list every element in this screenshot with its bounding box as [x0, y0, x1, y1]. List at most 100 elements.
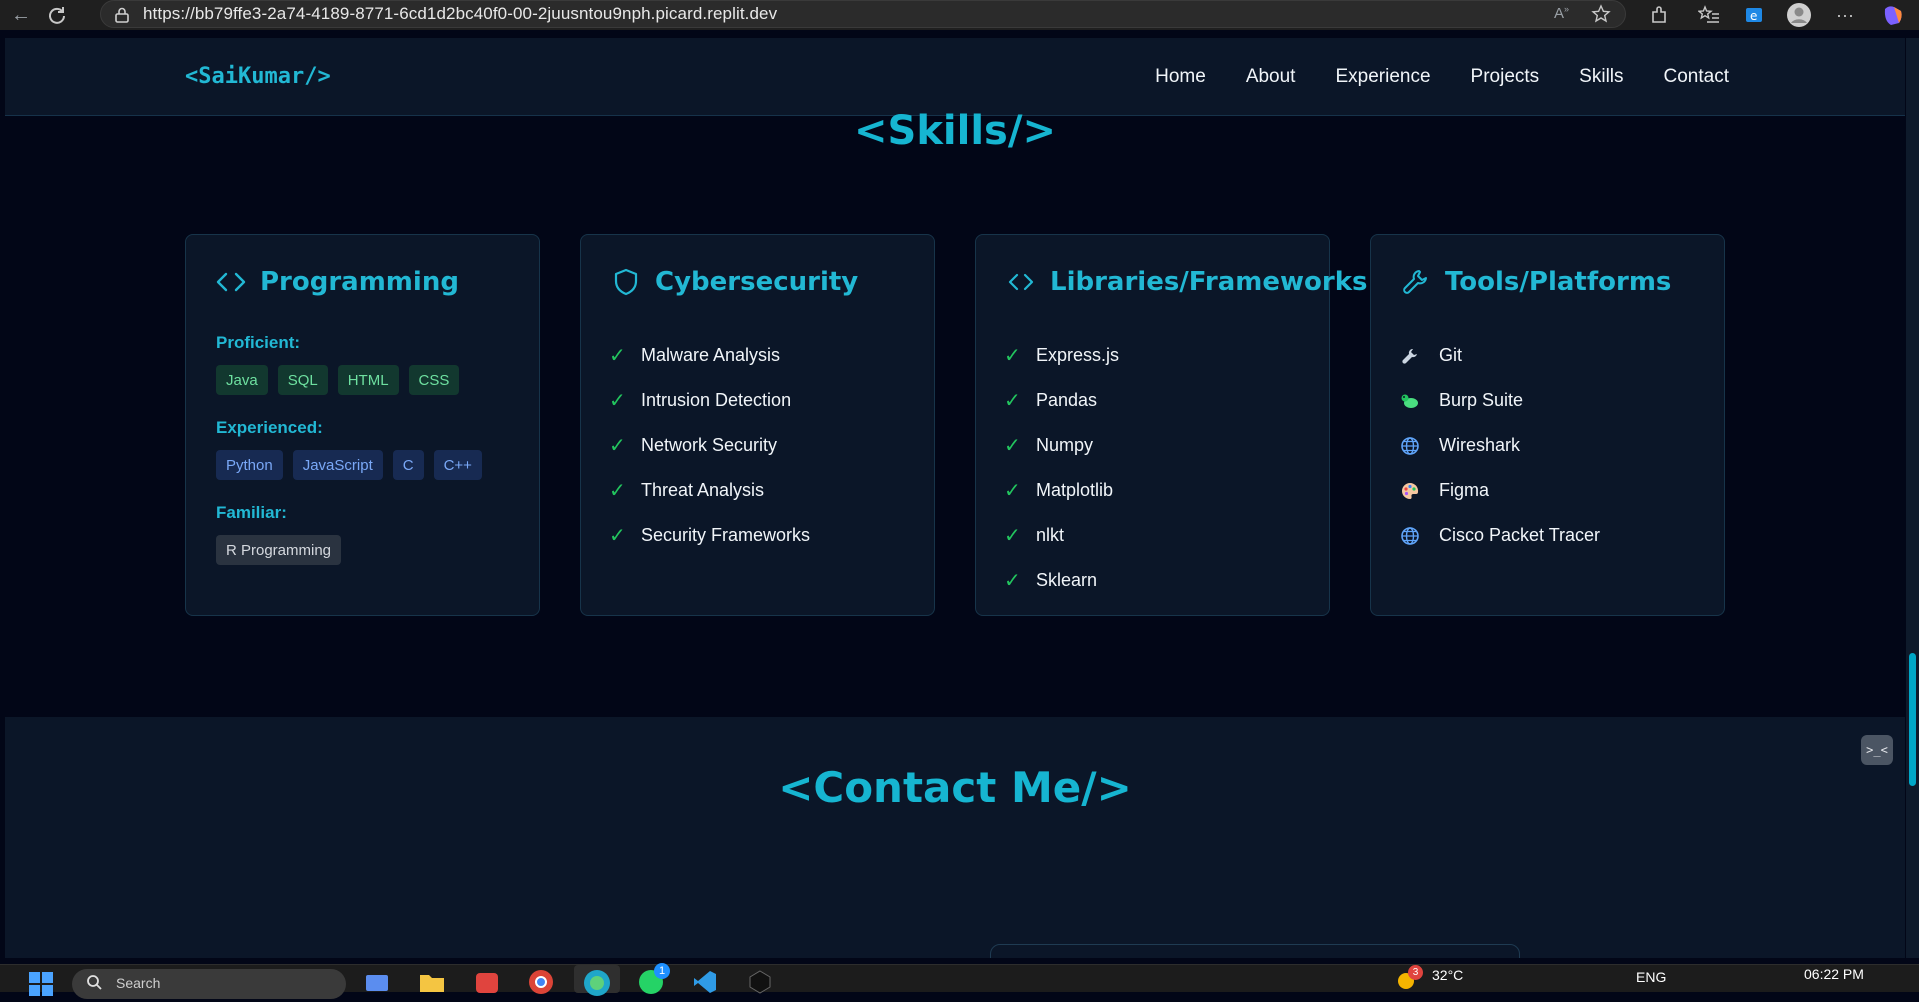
list-item: ✓ Security Frameworks [609, 525, 811, 547]
nav-link-projects[interactable]: Projects [1471, 66, 1540, 88]
bug-icon [1399, 390, 1421, 412]
replit-devtools-button[interactable]: >_< [1861, 735, 1893, 765]
list-item: ✓ Pandas [1004, 390, 1098, 412]
browser-toolbar: ← https://bb79ffe3-2a74-4189-8771-6cd1d2… [0, 0, 1919, 30]
contact-form-card [990, 944, 1520, 958]
code-icon [1006, 267, 1036, 297]
familiar-label: Familiar: [216, 503, 287, 522]
favorites-icon[interactable] [1696, 2, 1722, 28]
site-logo[interactable]: <SaiKumar/> [185, 64, 331, 89]
more-menu-icon[interactable]: ··· [1832, 2, 1858, 28]
palette-icon [1399, 480, 1421, 502]
nav-link-experience[interactable]: Experience [1335, 66, 1430, 88]
contact-section-title: <Contact Me/> [778, 763, 1132, 812]
collections-icon[interactable]: e [1741, 2, 1767, 28]
back-icon[interactable]: ← [8, 2, 34, 28]
experienced-label: Experienced: [216, 418, 323, 437]
favorite-star-icon[interactable] [1591, 4, 1611, 29]
list-item: Burp Suite [1399, 378, 1600, 423]
list-item: ✓ Numpy [1004, 435, 1094, 457]
windows-taskbar: Search 1 3 32°C ENG 06:22 PM [0, 963, 1919, 999]
edge-taskbar-icon[interactable] [574, 965, 620, 996]
skill-tag: SQL [277, 365, 328, 395]
nav-link-about[interactable]: About [1246, 66, 1296, 88]
check-icon: ✓ [1004, 525, 1021, 547]
profile-avatar-icon[interactable] [1786, 2, 1812, 28]
site-navbar: <SaiKumar/> Home About Experience Projec… [5, 38, 1905, 116]
list-item: Wireshark [1399, 423, 1600, 468]
card-title: Programming [260, 267, 459, 297]
list-item: Git [1399, 333, 1600, 378]
card-title: Tools/Platforms [1445, 267, 1672, 297]
skill-tag: JavaScript [292, 450, 383, 480]
check-icon: ✓ [1004, 345, 1021, 367]
card-title: Cybersecurity [655, 267, 859, 297]
proficient-label: Proficient: [216, 333, 301, 352]
reload-icon[interactable] [44, 2, 70, 28]
list-item: ✓ Malware Analysis [609, 345, 781, 367]
read-aloud-icon[interactable]: A» [1554, 4, 1569, 29]
skill-tag: CSS [408, 365, 460, 395]
check-icon: ✓ [609, 435, 626, 457]
lock-icon [115, 7, 129, 28]
check-icon: ✓ [609, 480, 626, 502]
skill-card-libraries: Libraries/Frameworks ✓ Express.js ✓ Pandas… [975, 234, 1367, 616]
app-icon[interactable] [474, 969, 500, 995]
skill-tag: C [392, 450, 424, 480]
list-item: ✓ Intrusion Detection [609, 390, 792, 412]
list-item: ✓ nlkt [1004, 525, 1065, 547]
nav-link-home[interactable]: Home [1155, 66, 1206, 88]
check-icon: ✓ [609, 390, 626, 412]
chrome-icon[interactable] [528, 969, 554, 995]
skill-tag: C++ [433, 450, 482, 480]
copilot-icon[interactable] [1880, 2, 1906, 28]
check-icon: ✓ [1004, 435, 1021, 457]
wrench-icon [1401, 267, 1431, 297]
file-explorer-icon[interactable] [418, 971, 446, 997]
url-text: https://bb79ffe3-2a74-4189-8771-6cd1d2bc… [143, 4, 778, 23]
skills-section-title: <Skills/> [854, 108, 1056, 154]
page-viewport: <SaiKumar/> Home About Experience Projec… [5, 38, 1905, 958]
skill-card-tools: Tools/Platforms Git Burp Suite Wireshark… [1370, 234, 1725, 616]
svg-text:e: e [1750, 9, 1757, 23]
taskbar-search[interactable]: Search [72, 969, 346, 999]
list-item: ✓ Sklearn [1004, 570, 1098, 592]
check-icon: ✓ [1004, 570, 1021, 592]
skill-tag: HTML [337, 365, 399, 395]
skill-tag: R Programming [216, 535, 342, 565]
globe-icon [1399, 525, 1421, 547]
code-icon [216, 267, 246, 297]
wrench-icon [1399, 345, 1421, 367]
language-indicator[interactable]: ENG [1636, 969, 1666, 985]
scrollbar-thumb[interactable] [1909, 653, 1916, 786]
nav-link-skills[interactable]: Skills [1579, 66, 1623, 88]
check-icon: ✓ [609, 525, 626, 547]
notification-badge: 1 [654, 963, 670, 979]
weather-icon[interactable]: 3 [1394, 965, 1423, 993]
vscode-icon[interactable] [692, 969, 718, 995]
check-icon: ✓ [1004, 390, 1021, 412]
shield-icon [611, 267, 641, 297]
card-title: Libraries/Frameworks [1050, 267, 1368, 297]
clock-time[interactable]: 06:22 PM [1804, 966, 1864, 982]
search-placeholder: Search [116, 975, 161, 991]
skill-card-programming: Programming Proficient: Java SQL HTML CS… [185, 234, 540, 616]
address-bar[interactable]: https://bb79ffe3-2a74-4189-8771-6cd1d2bc… [100, 0, 1626, 28]
skill-card-cybersecurity: Cybersecurity ✓ Malware Analysis ✓ Intrusi… [580, 234, 935, 616]
weather-badge: 3 [1408, 965, 1423, 980]
check-icon: ✓ [1004, 480, 1021, 502]
contact-section: <Contact Me/> [5, 717, 1905, 958]
list-item: ✓ Network Security [609, 435, 778, 457]
globe-icon [1399, 435, 1421, 457]
list-item: ✓ Threat Analysis [609, 480, 765, 502]
check-icon: ✓ [609, 345, 626, 367]
task-view-icon[interactable] [364, 971, 390, 997]
extensions-icon[interactable] [1646, 2, 1672, 28]
list-item: Figma [1399, 468, 1600, 513]
list-item: ✓ Matplotlib [1004, 480, 1114, 502]
windows-start-icon[interactable] [28, 971, 54, 997]
page-scrollbar[interactable] [1906, 38, 1919, 958]
whatsapp-icon[interactable]: 1 [638, 963, 670, 995]
nav-link-contact[interactable]: Contact [1664, 66, 1729, 88]
app-icon[interactable] [748, 969, 772, 995]
